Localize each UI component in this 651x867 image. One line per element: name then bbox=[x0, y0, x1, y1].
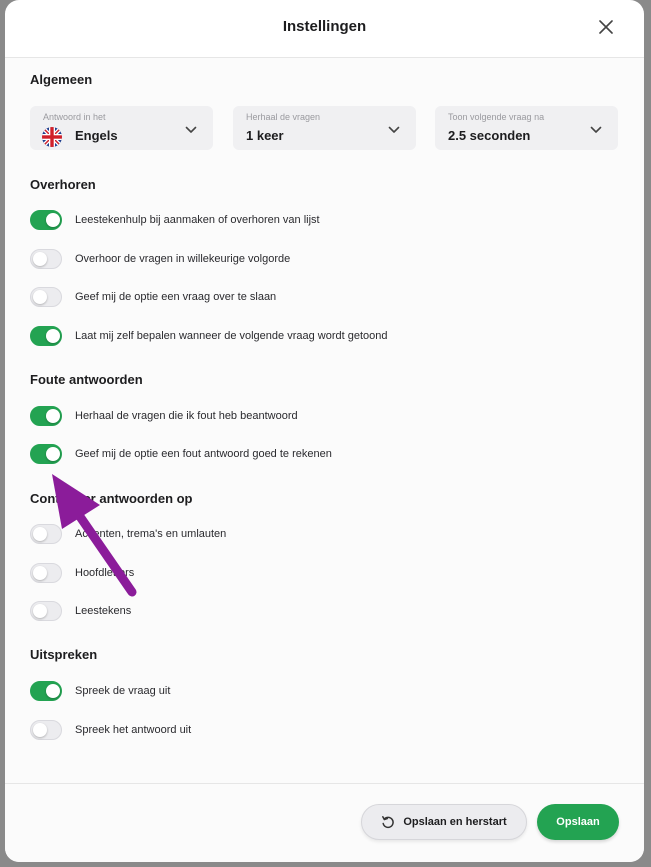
toggle-switch[interactable] bbox=[30, 524, 62, 544]
section-title-check-answers: Controleer antwoorden op bbox=[30, 491, 193, 506]
setting-row: Geef mij de optie een vraag over te slaa… bbox=[30, 286, 276, 308]
select-value: 2.5 seconden bbox=[448, 128, 531, 143]
settings-dialog: Instellingen Algemeen Antwoord in het En… bbox=[5, 0, 644, 862]
repeat-questions-select[interactable]: Herhaal de vragen 1 keer bbox=[233, 106, 416, 150]
setting-label: Geef mij de optie een fout antwoord goed… bbox=[75, 448, 332, 460]
save-and-restart-button[interactable]: Opslaan en herstart bbox=[361, 804, 527, 840]
setting-label: Spreek het antwoord uit bbox=[75, 724, 192, 736]
select-label: Antwoord in het bbox=[43, 112, 106, 122]
toggle-switch[interactable] bbox=[30, 563, 62, 583]
uk-flag-icon bbox=[42, 127, 62, 147]
dialog-header: Instellingen bbox=[5, 0, 644, 58]
toggle-switch[interactable] bbox=[30, 326, 62, 346]
toggle-switch[interactable] bbox=[30, 601, 62, 621]
setting-label: Geef mij de optie een vraag over te slaa… bbox=[75, 291, 277, 303]
toggle-knob bbox=[33, 252, 47, 266]
toggle-knob bbox=[46, 409, 60, 423]
setting-row: Geef mij de optie een fout antwoord goed… bbox=[30, 443, 332, 465]
setting-label: Accenten, trema's en umlauten bbox=[75, 528, 227, 540]
dialog-footer: Opslaan en herstart Opslaan bbox=[5, 783, 644, 862]
chevron-down-icon bbox=[185, 122, 197, 140]
next-question-delay-select[interactable]: Toon volgende vraag na 2.5 seconden bbox=[435, 106, 618, 150]
setting-row: Accenten, trema's en umlauten bbox=[30, 523, 226, 545]
setting-label: Spreek de vraag uit bbox=[75, 685, 171, 697]
toggle-knob bbox=[33, 723, 47, 737]
save-and-restart-label: Opslaan en herstart bbox=[403, 816, 507, 828]
toggle-switch[interactable] bbox=[30, 444, 62, 464]
select-value: 1 keer bbox=[246, 128, 284, 143]
setting-label: Laat mij zelf bepalen wanneer de volgend… bbox=[75, 330, 388, 342]
toggle-knob bbox=[46, 684, 60, 698]
setting-row: Spreek het antwoord uit bbox=[30, 719, 191, 741]
section-title-wrong-answers: Foute antwoorden bbox=[30, 372, 143, 387]
select-value: Engels bbox=[75, 128, 118, 143]
toggle-switch[interactable] bbox=[30, 406, 62, 426]
toggle-knob bbox=[46, 213, 60, 227]
setting-row: Spreek de vraag uit bbox=[30, 680, 170, 702]
toggle-knob bbox=[33, 527, 47, 541]
dialog-title: Instellingen bbox=[282, 18, 367, 35]
setting-row: Laat mij zelf bepalen wanneer de volgend… bbox=[30, 325, 388, 347]
setting-label: Leestekenhulp bij aanmaken of overhoren … bbox=[75, 214, 320, 226]
setting-row: Leestekenhulp bij aanmaken of overhoren … bbox=[30, 209, 320, 231]
chevron-down-icon bbox=[388, 122, 400, 140]
toggle-switch[interactable] bbox=[30, 287, 62, 307]
toggle-switch[interactable] bbox=[30, 720, 62, 740]
setting-label: Hoofdletters bbox=[75, 567, 135, 579]
toggle-knob bbox=[33, 566, 47, 580]
toggle-switch[interactable] bbox=[30, 249, 62, 269]
chevron-down-icon bbox=[590, 122, 602, 140]
select-label: Toon volgende vraag na bbox=[448, 112, 545, 122]
section-title-general: Algemeen bbox=[30, 72, 93, 87]
section-title-pronounce: Uitspreken bbox=[30, 647, 98, 662]
close-icon[interactable] bbox=[596, 17, 616, 37]
toggle-knob bbox=[46, 329, 60, 343]
setting-label: Leestekens bbox=[75, 605, 132, 617]
toggle-switch[interactable] bbox=[30, 681, 62, 701]
section-title-review: Overhoren bbox=[30, 177, 96, 192]
setting-row: Herhaal de vragen die ik fout heb beantw… bbox=[30, 405, 298, 427]
save-button[interactable]: Opslaan bbox=[537, 804, 619, 840]
toggle-switch[interactable] bbox=[30, 210, 62, 230]
setting-label: Herhaal de vragen die ik fout heb beantw… bbox=[75, 410, 298, 422]
toggle-knob bbox=[33, 604, 47, 618]
setting-row: Leestekens bbox=[30, 600, 131, 622]
setting-row: Overhoor de vragen in willekeurige volgo… bbox=[30, 248, 290, 270]
answer-language-select[interactable]: Antwoord in het Engels bbox=[30, 106, 213, 150]
toggle-knob bbox=[46, 447, 60, 461]
select-label: Herhaal de vragen bbox=[246, 112, 321, 122]
toggle-knob bbox=[33, 290, 47, 304]
restart-icon bbox=[381, 815, 395, 829]
setting-row: Hoofdletters bbox=[30, 562, 134, 584]
setting-label: Overhoor de vragen in willekeurige volgo… bbox=[75, 253, 291, 265]
